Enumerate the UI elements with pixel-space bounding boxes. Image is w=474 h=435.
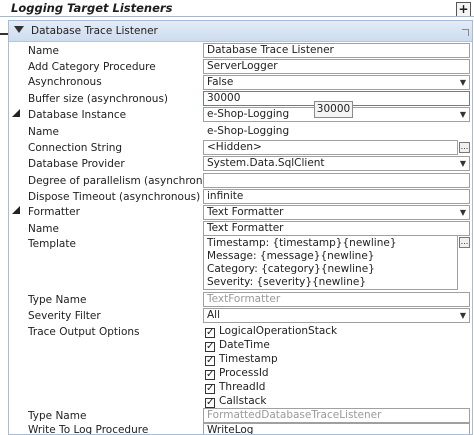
listener-type-name-field: FormattedDatabaseTraceListener	[203, 408, 470, 423]
add-category-procedure-field[interactable]: ServerLogger	[203, 59, 470, 74]
buffer-size-label: Buffer size (asynchronous)	[28, 93, 169, 105]
trace-option-timestamp[interactable]: ✓ Timestamp	[205, 353, 278, 366]
add-category-procedure-label: Add Category Procedure	[28, 61, 156, 73]
formatter-name-label: Name	[28, 223, 59, 235]
panel-title: Database Trace Listener	[31, 25, 158, 37]
formatter-name-field[interactable]: Text Formatter	[203, 221, 470, 236]
chevron-down-icon[interactable]: ▼	[460, 206, 466, 219]
trace-option-label: Timestamp	[219, 353, 278, 365]
dispose-timeout-label: Dispose Timeout (asynchronous)	[28, 191, 201, 203]
severity-filter-select[interactable]: All ▼	[203, 308, 470, 323]
header-title: Logging Target Listeners	[11, 1, 173, 15]
database-instance-value: e-Shop-Logging	[207, 108, 290, 120]
dispose-timeout-field[interactable]: infinite	[203, 189, 470, 204]
resize-icon[interactable]	[462, 29, 469, 36]
db-name-label: Name	[28, 126, 59, 138]
chevron-down-icon[interactable]: ▼	[460, 157, 466, 170]
name-field[interactable]: Database Trace Listener	[203, 43, 470, 58]
chevron-down-icon[interactable]: ▼	[460, 108, 466, 121]
name-label: Name	[28, 45, 59, 57]
db-name-field[interactable]: e-Shop-Logging	[203, 124, 323, 139]
database-provider-value: System.Data.SqlClient	[207, 157, 325, 169]
formatter-type-name-label: Type Name	[28, 294, 87, 306]
degree-of-parallelism-label: Degree of parallelism (asynchronous)	[28, 175, 226, 187]
write-to-log-procedure-label: Write To Log Procedure	[28, 424, 149, 435]
chevron-down-icon[interactable]: ▼	[460, 76, 466, 89]
template-line: Severity: {severity}{newline}	[207, 276, 367, 288]
formatter-select[interactable]: Text Formatter ▼	[203, 205, 470, 220]
trace-option-logicaloperationstack[interactable]: ✓ LogicalOperationStack	[205, 325, 337, 338]
database-trace-listener-panel: Database Trace Listener Name Database Tr…	[8, 20, 473, 435]
chevron-down-icon[interactable]: ▼	[460, 309, 466, 322]
template-line: Message: {message}{newline}	[207, 250, 375, 262]
connection-string-field[interactable]: <Hidden>	[203, 140, 458, 155]
connection-string-ellipsis-button[interactable]: ...	[459, 142, 470, 153]
checkbox-checked-icon[interactable]: ✓	[205, 370, 215, 380]
severity-filter-value: All	[207, 309, 221, 321]
add-listener-button[interactable]: +	[456, 2, 471, 17]
database-provider-label: Database Provider	[28, 158, 125, 170]
formatter-type-name-field: TextFormatter	[203, 292, 470, 307]
asynchronous-value: False	[207, 76, 234, 88]
trace-option-processid[interactable]: ✓ ProcessId	[205, 367, 269, 380]
expand-triangle-icon[interactable]	[12, 206, 20, 214]
trace-option-label: Callstack	[219, 395, 267, 407]
checkbox-checked-icon[interactable]: ✓	[205, 384, 215, 394]
formatter-label: Formatter	[28, 206, 80, 218]
trace-output-options-label: Trace Output Options	[28, 326, 140, 338]
trace-option-label: ThreadId	[219, 381, 266, 393]
checkbox-checked-icon[interactable]: ✓	[205, 328, 215, 338]
template-label: Template	[28, 238, 76, 250]
expand-triangle-icon[interactable]	[12, 109, 20, 117]
checkbox-checked-icon[interactable]: ✓	[205, 356, 215, 366]
severity-filter-label: Severity Filter	[28, 310, 101, 322]
buffer-size-tooltip: 30000	[314, 101, 353, 118]
trace-option-label: DateTime	[219, 339, 270, 351]
formatter-value: Text Formatter	[207, 206, 284, 218]
degree-of-parallelism-field[interactable]	[203, 173, 470, 188]
connector-line	[0, 33, 8, 35]
connection-string-label: Connection String	[28, 142, 123, 154]
asynchronous-select[interactable]: False ▼	[203, 75, 470, 90]
template-line: Timestamp: {timestamp}{newline}	[207, 237, 397, 249]
checkbox-checked-icon[interactable]: ✓	[205, 342, 215, 352]
trace-option-label: ProcessId	[219, 367, 269, 379]
trace-option-threadid[interactable]: ✓ ThreadId	[205, 381, 265, 394]
trace-option-callstack[interactable]: ✓ Callstack	[205, 395, 266, 408]
database-provider-select[interactable]: System.Data.SqlClient ▼	[203, 156, 470, 171]
asynchronous-label: Asynchronous	[28, 76, 102, 88]
checkbox-checked-icon[interactable]: ✓	[205, 398, 215, 408]
trace-option-label: LogicalOperationStack	[219, 325, 338, 337]
collapse-icon[interactable]	[14, 26, 24, 33]
template-textarea[interactable]: Timestamp: {timestamp}{newline} Message:…	[203, 235, 458, 290]
template-line: Category: {category}{newline}	[207, 263, 375, 275]
database-instance-label: Database Instance	[28, 109, 127, 121]
header-separator	[0, 16, 474, 17]
template-ellipsis-button[interactable]: ...	[459, 237, 470, 248]
write-to-log-procedure-field[interactable]: WriteLog	[203, 423, 470, 434]
trace-option-datetime[interactable]: ✓ DateTime	[205, 339, 270, 352]
listener-type-name-label: Type Name	[28, 410, 87, 422]
panel-header[interactable]: Database Trace Listener	[9, 21, 472, 42]
